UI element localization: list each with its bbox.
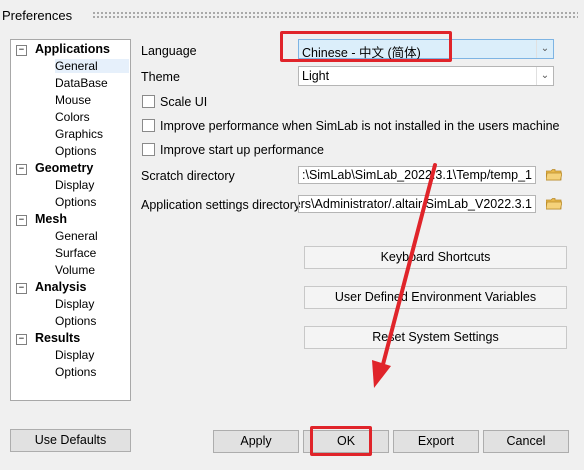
- annotation-arrow: [372, 163, 437, 388]
